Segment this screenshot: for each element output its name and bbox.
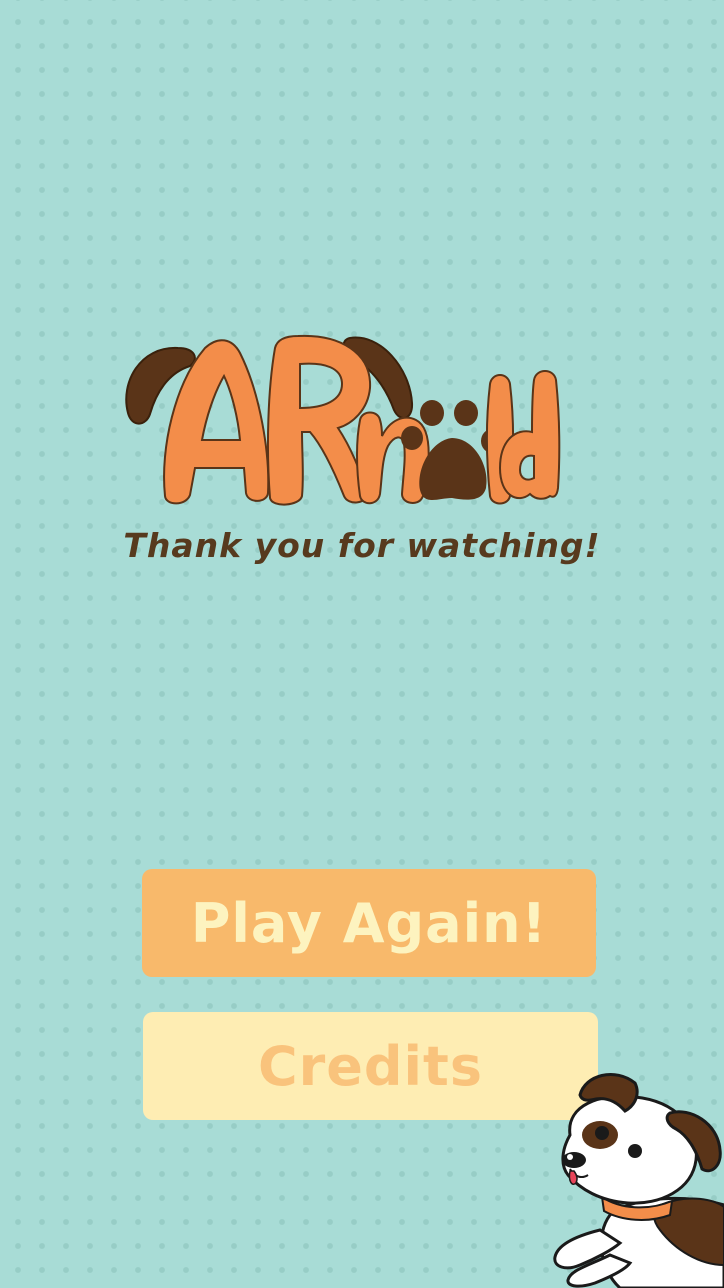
play-again-label: Play Again!	[190, 891, 548, 955]
logo-letter-r	[266, 334, 372, 506]
arnold-logo-graphic	[125, 334, 561, 506]
credits-label: Credits	[257, 1034, 483, 1098]
thank-you-screen: Thank you for watching! Play Again! Cred…	[0, 0, 724, 1288]
credits-button[interactable]: Credits	[143, 1012, 598, 1120]
arnold-logo	[120, 328, 580, 508]
logo-letter-n	[356, 411, 430, 505]
dog-mascot-icon	[540, 1065, 724, 1288]
dog-mascot-graphic	[553, 1073, 724, 1288]
play-again-button[interactable]: Play Again!	[142, 869, 596, 977]
thank-you-message: Thank you for watching!	[123, 526, 601, 565]
